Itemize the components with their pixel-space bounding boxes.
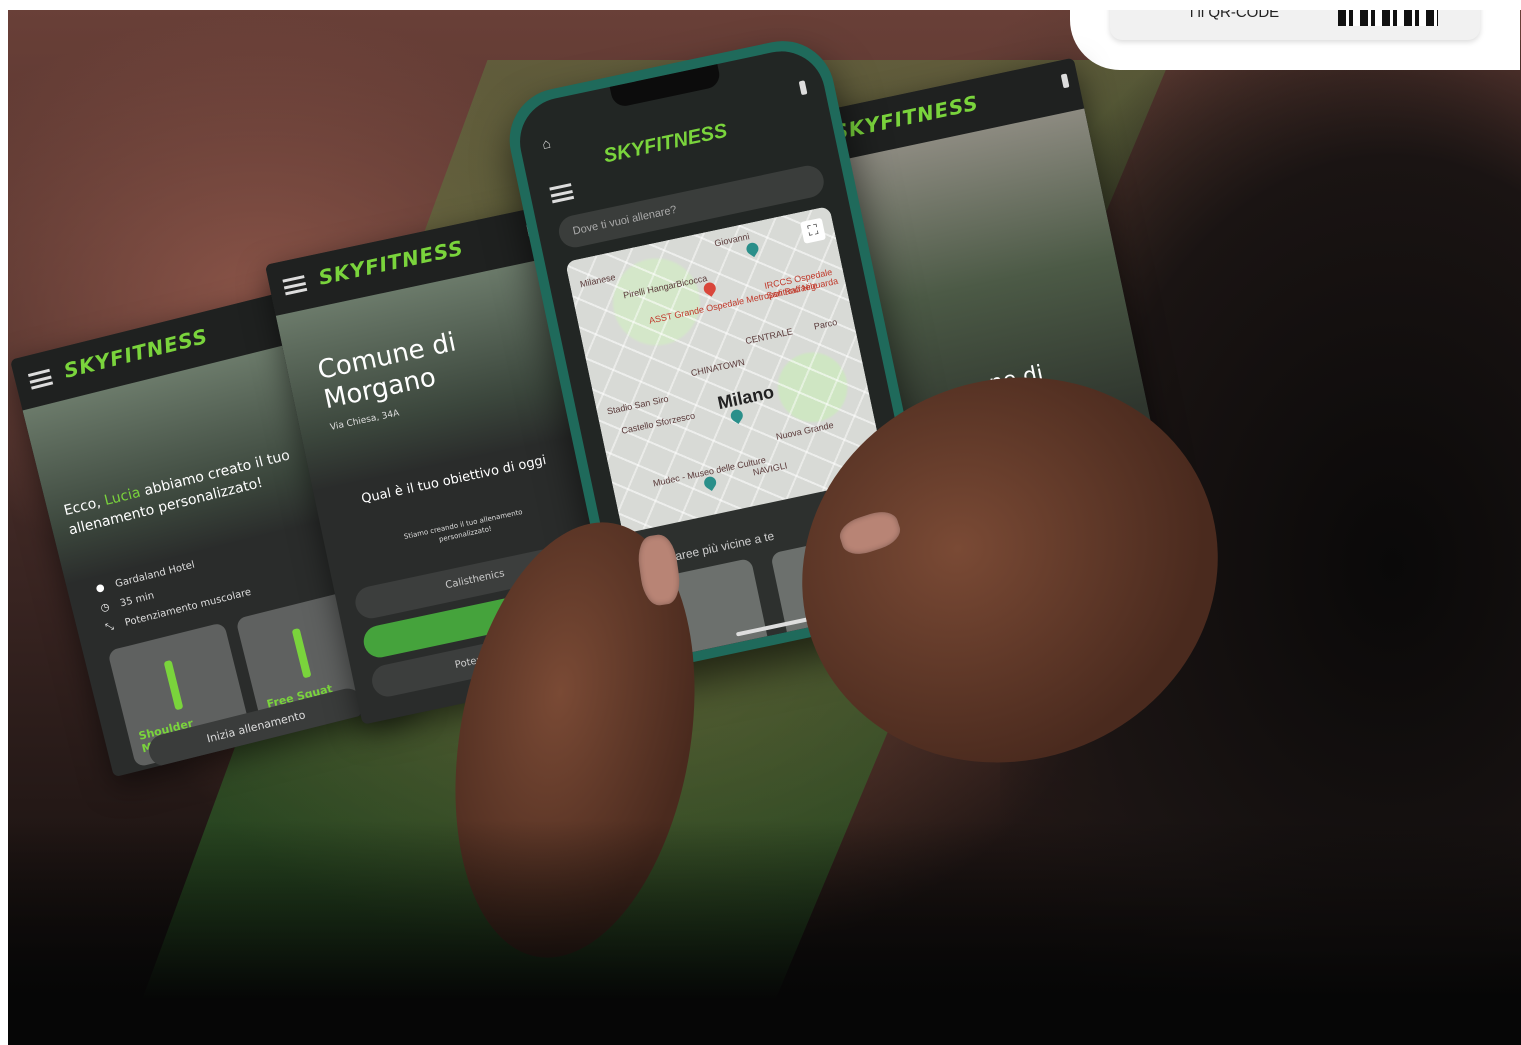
duration-row: ◷ 35 min xyxy=(99,590,156,615)
goal-subtext: Stiamo creando il tuo allenamento person… xyxy=(403,507,524,544)
home-icon[interactable]: ⌂ xyxy=(540,135,552,152)
map-pin-icon[interactable] xyxy=(744,240,761,258)
qr-card: i il QR-CODE xyxy=(1070,0,1520,70)
shadow xyxy=(0,820,1521,1045)
location-pin-icon: ● xyxy=(94,582,106,595)
hamburger-menu-icon[interactable] xyxy=(27,368,54,390)
expand-arrows-icon: ⤡ xyxy=(104,621,115,634)
map-city-label: Milano xyxy=(715,381,776,414)
hamburger-menu-icon[interactable] xyxy=(282,275,308,296)
machine-icon xyxy=(163,659,184,711)
goal-row: ⤡ Potenziamento muscolare xyxy=(104,586,253,634)
app-logo: SKYFITNESS xyxy=(601,119,730,168)
machine-icon xyxy=(291,627,312,679)
frame-top xyxy=(0,0,1521,10)
battery-icon xyxy=(1060,73,1070,89)
frame-left xyxy=(0,0,8,1045)
hamburger-menu-icon[interactable] xyxy=(549,183,575,204)
battery-icon xyxy=(798,80,808,96)
clock-icon: ◷ xyxy=(99,601,111,615)
background-photo: i il QR-CODE SKYFITNESS Ecco, Lucia abbi… xyxy=(0,0,1521,1045)
fullscreen-icon[interactable]: ⛶ xyxy=(799,217,827,244)
